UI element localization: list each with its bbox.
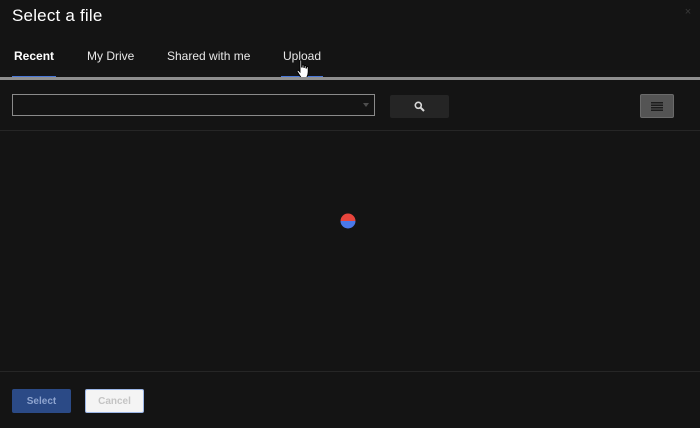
tab-bar: Recent My Drive Shared with me Upload	[0, 36, 700, 78]
tab-my-drive-label: My Drive	[87, 49, 135, 63]
tab-my-drive[interactable]: My Drive	[87, 48, 134, 78]
hand-cursor-icon	[296, 59, 309, 78]
chevron-down-icon[interactable]	[363, 103, 369, 107]
tab-recent[interactable]: Recent	[12, 48, 57, 78]
close-icon[interactable]: ×	[682, 6, 694, 18]
dialog-title-bar: Select a file ×	[0, 0, 700, 36]
cancel-button[interactable]: Cancel	[85, 389, 144, 413]
search-icon	[414, 101, 425, 112]
dialog-title: Select a file	[12, 6, 103, 25]
tab-shared-label: Shared with me	[167, 49, 251, 63]
footer-divider	[0, 371, 700, 372]
list-view-button[interactable]	[640, 94, 674, 118]
search-input[interactable]	[12, 94, 375, 116]
toolbar	[0, 80, 700, 130]
search-button[interactable]	[390, 95, 449, 118]
select-button[interactable]: Select	[12, 389, 71, 413]
list-view-icon	[651, 102, 663, 111]
file-list-area	[0, 131, 700, 371]
loading-spinner-icon	[340, 213, 356, 229]
tab-recent-label: Recent	[14, 49, 55, 63]
tab-shared-with-me[interactable]: Shared with me	[167, 48, 250, 78]
